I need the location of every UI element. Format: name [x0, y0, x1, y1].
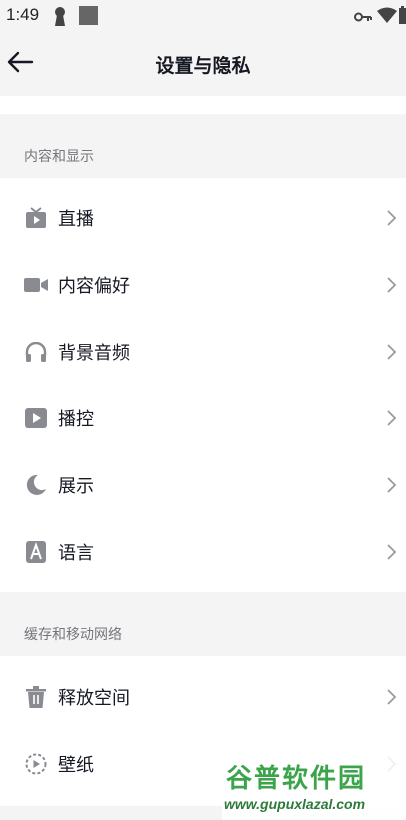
- settings-item-label: 播控: [58, 409, 94, 431]
- status-bar: 1:49: [0, 0, 406, 32]
- status-time: 1:49: [6, 5, 40, 24]
- keyhole-icon: [53, 6, 67, 30]
- settings-item-label: 壁纸: [58, 755, 94, 777]
- play-square-icon: [24, 406, 48, 430]
- moon-icon: [24, 473, 48, 497]
- wifi-icon: [377, 7, 397, 27]
- watermark: 谷普软件园 www.gupuxlazal.com: [222, 756, 406, 820]
- section-title: 内容和显示: [24, 149, 94, 165]
- chevron-right-icon: [384, 476, 398, 494]
- settings-item-playback-control[interactable]: 播控: [0, 385, 406, 452]
- settings-item-label: 展示: [58, 476, 94, 498]
- settings-item-live[interactable]: 直播: [0, 185, 406, 252]
- settings-item-content-preference[interactable]: 内容偏好: [0, 252, 406, 319]
- section-title: 缓存和移动网络: [24, 627, 122, 643]
- chevron-right-icon: [384, 343, 398, 361]
- headphones-icon: [24, 340, 48, 364]
- chevron-right-icon: [384, 409, 398, 427]
- previous-card-bottom: [0, 96, 406, 114]
- chevron-right-icon: [384, 688, 398, 706]
- settings-item-label: 内容偏好: [58, 276, 130, 298]
- tv-icon: [24, 206, 48, 230]
- section-header-content-display: 内容和显示: [0, 114, 406, 178]
- content-display-card: 直播 内容偏好 背景音频 播控 展示 语言: [0, 178, 406, 592]
- video-camera-icon: [24, 273, 48, 297]
- play-circle-dashed-icon: [24, 752, 48, 776]
- chevron-right-icon: [384, 276, 398, 294]
- settings-item-display[interactable]: 展示: [0, 452, 406, 519]
- settings-item-label: 释放空间: [58, 688, 130, 710]
- battery-icon: [398, 6, 406, 28]
- settings-item-language[interactable]: 语言: [0, 518, 406, 585]
- page-title: 设置与隐私: [155, 55, 251, 77]
- square-notification-icon: [79, 6, 98, 29]
- letter-a-icon: [24, 540, 48, 564]
- watermark-url: www.gupuxlazal.com: [224, 796, 366, 812]
- settings-item-label: 背景音频: [58, 342, 130, 364]
- title-bar: 设置与隐私: [0, 32, 406, 96]
- trash-icon: [24, 685, 48, 709]
- settings-item-label: 语言: [58, 542, 94, 564]
- watermark-title: 谷普软件园: [226, 764, 367, 794]
- settings-item-label: 直播: [58, 209, 94, 231]
- vpn-key-icon: [354, 8, 372, 27]
- chevron-right-icon: [384, 209, 398, 227]
- settings-item-background-audio[interactable]: 背景音频: [0, 318, 406, 385]
- section-header-cache-network: 缓存和移动网络: [0, 592, 406, 656]
- chevron-right-icon: [384, 543, 398, 561]
- settings-item-free-space[interactable]: 释放空间: [0, 664, 406, 731]
